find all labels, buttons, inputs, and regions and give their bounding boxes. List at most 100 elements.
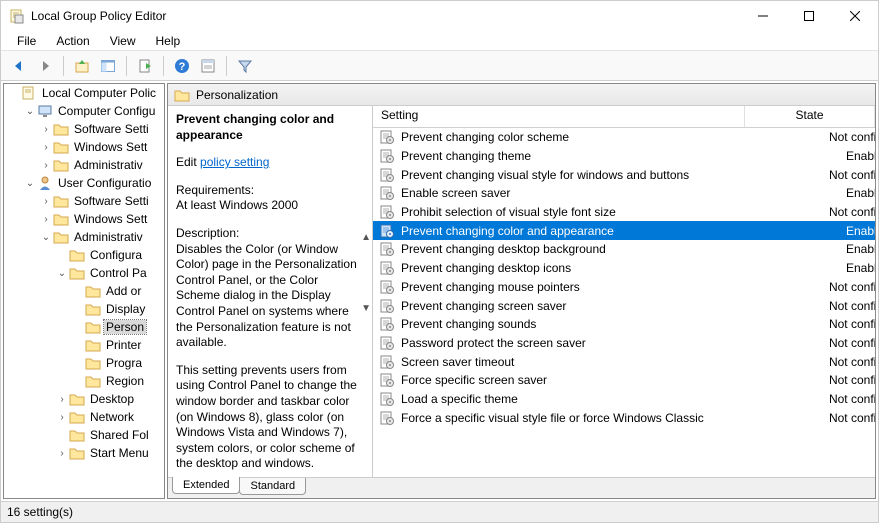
setting-name: Force specific screen saver [401, 373, 803, 387]
tree-desktop[interactable]: ›Desktop [4, 390, 164, 408]
setting-state: Not configured [803, 392, 875, 406]
menu-view[interactable]: View [100, 32, 146, 50]
setting-name: Load a specific theme [401, 392, 803, 406]
expander-icon[interactable]: ⌄ [55, 268, 69, 279]
menu-action[interactable]: Action [46, 32, 99, 50]
standard-tab[interactable]: Standard [239, 478, 306, 495]
extended-tab[interactable]: Extended [172, 477, 240, 494]
tree-uc-windows-settings[interactable]: ›Windows Sett [4, 210, 164, 228]
tree-control-panel[interactable]: ⌄Control Pa [4, 264, 164, 282]
export-list-button[interactable] [133, 54, 157, 78]
menu-file[interactable]: File [7, 32, 46, 50]
expander-icon[interactable]: › [39, 124, 53, 135]
tree-personalization[interactable]: Person [4, 318, 164, 336]
column-state[interactable]: State [745, 106, 875, 127]
show-hide-tree-button[interactable] [96, 54, 120, 78]
back-button[interactable] [7, 54, 31, 78]
setting-name: Prevent changing desktop icons [401, 261, 803, 275]
setting-row[interactable]: Prevent changing mouse pointersNot confi… [373, 278, 875, 297]
setting-row[interactable]: Prevent changing desktop backgroundEnabl… [373, 240, 875, 259]
tree-cc-software-settings[interactable]: ›Software Setti [4, 120, 164, 138]
setting-row[interactable]: Force specific screen saverNot configure… [373, 371, 875, 390]
menu-help[interactable]: Help [146, 32, 191, 50]
setting-row[interactable]: Prevent changing soundsNot configured [373, 315, 875, 334]
expander-icon[interactable]: › [39, 214, 53, 225]
setting-row[interactable]: Force a specific visual style file or fo… [373, 408, 875, 427]
tree-uc-admin-templates[interactable]: ⌄Administrativ [4, 228, 164, 246]
tree-label: User Configuratio [56, 176, 153, 190]
help-button[interactable]: ? [170, 54, 194, 78]
main-area: Local Computer Polic⌄Computer Configu›So… [1, 81, 878, 502]
tree-programs[interactable]: Progra [4, 354, 164, 372]
expander-icon[interactable]: › [39, 160, 53, 171]
setting-row[interactable]: Prevent changing color schemeNot configu… [373, 128, 875, 147]
folder-icon [85, 319, 101, 335]
setting-name: Enable screen saver [401, 186, 803, 200]
folder-icon [53, 139, 69, 155]
scroll-down-arrow[interactable]: ▼ [361, 303, 371, 314]
titlebar: Local Group Policy Editor [1, 1, 878, 31]
setting-row[interactable]: Screen saver timeoutNot configured [373, 352, 875, 371]
minimize-button[interactable] [740, 1, 786, 31]
requirements-value: At least Windows 2000 [176, 198, 298, 212]
setting-row[interactable]: Prevent changing visual style for window… [373, 165, 875, 184]
expander-icon[interactable]: › [55, 412, 69, 423]
toolbar-separator [226, 56, 227, 76]
maximize-button[interactable] [786, 1, 832, 31]
settings-list: Setting State Prevent changing color sch… [373, 106, 875, 477]
setting-row[interactable]: Prevent changing desktop iconsEnabled [373, 259, 875, 278]
tree-uc-software-settings[interactable]: ›Software Setti [4, 192, 164, 210]
tree-shared-folders[interactable]: Shared Fol [4, 426, 164, 444]
tree-cc-admin-templates[interactable]: ›Administrativ [4, 156, 164, 174]
tree-regional[interactable]: Region [4, 372, 164, 390]
expander-icon[interactable]: ⌄ [23, 106, 37, 117]
tree-display[interactable]: Display [4, 300, 164, 318]
setting-name: Screen saver timeout [401, 355, 803, 369]
setting-state: Enabled [803, 261, 875, 275]
setting-name: Force a specific visual style file or fo… [401, 411, 803, 425]
details-header-title: Personalization [196, 88, 278, 102]
close-button[interactable] [832, 1, 878, 31]
up-button[interactable] [70, 54, 94, 78]
setting-row[interactable]: Prohibit selection of visual style font … [373, 203, 875, 222]
folder-icon [85, 355, 101, 371]
policy-icon [379, 316, 395, 332]
setting-row[interactable]: Enable screen saverEnabled [373, 184, 875, 203]
tree-pane[interactable]: Local Computer Polic⌄Computer Configu›So… [3, 83, 165, 499]
tree-computer-configuration[interactable]: ⌄Computer Configu [4, 102, 164, 120]
expander-icon[interactable]: ⌄ [23, 178, 37, 189]
expander-icon[interactable]: › [55, 448, 69, 459]
setting-row[interactable]: Prevent changing themeEnabled [373, 147, 875, 166]
description-label: Description: [176, 226, 239, 240]
tree-user-configuration[interactable]: ⌄ User Configuratio [4, 174, 164, 192]
tree-cc-windows-settings[interactable]: ›Windows Sett [4, 138, 164, 156]
description-body: Disables the Color (or Window Color) pag… [176, 242, 357, 350]
setting-state: Enabled [803, 224, 875, 238]
tree-add-or-remove[interactable]: Add or [4, 282, 164, 300]
policy-setting-link[interactable]: policy setting [200, 155, 269, 169]
setting-state: Not configured [803, 373, 875, 387]
policy-icon [379, 223, 395, 239]
expander-icon[interactable]: › [39, 142, 53, 153]
expander-icon[interactable]: › [39, 196, 53, 207]
expander-icon[interactable]: › [55, 394, 69, 405]
setting-row[interactable]: Load a specific themeNot configured [373, 390, 875, 409]
tree-network[interactable]: ›Network [4, 408, 164, 426]
window-title: Local Group Policy Editor [31, 9, 166, 23]
scroll-up-arrow[interactable]: ▲ [361, 232, 371, 243]
setting-row[interactable]: Prevent changing screen saverNot configu… [373, 296, 875, 315]
setting-name: Prohibit selection of visual style font … [401, 205, 803, 219]
tree-printers[interactable]: Printer [4, 336, 164, 354]
properties-button[interactable] [196, 54, 220, 78]
tree-start-menu[interactable]: ›Start Menu [4, 444, 164, 462]
filter-button[interactable] [233, 54, 257, 78]
column-setting[interactable]: Setting [373, 106, 745, 127]
expander-icon[interactable]: ⌄ [39, 232, 53, 243]
setting-row[interactable]: Password protect the screen saverNot con… [373, 334, 875, 353]
forward-button[interactable] [33, 54, 57, 78]
setting-name: Prevent changing visual style for window… [401, 168, 803, 182]
tree-configura[interactable]: Configura [4, 246, 164, 264]
folder-icon [53, 229, 69, 245]
setting-row[interactable]: Prevent changing color and appearanceEna… [373, 221, 875, 240]
tree-root[interactable]: Local Computer Polic [4, 84, 164, 102]
